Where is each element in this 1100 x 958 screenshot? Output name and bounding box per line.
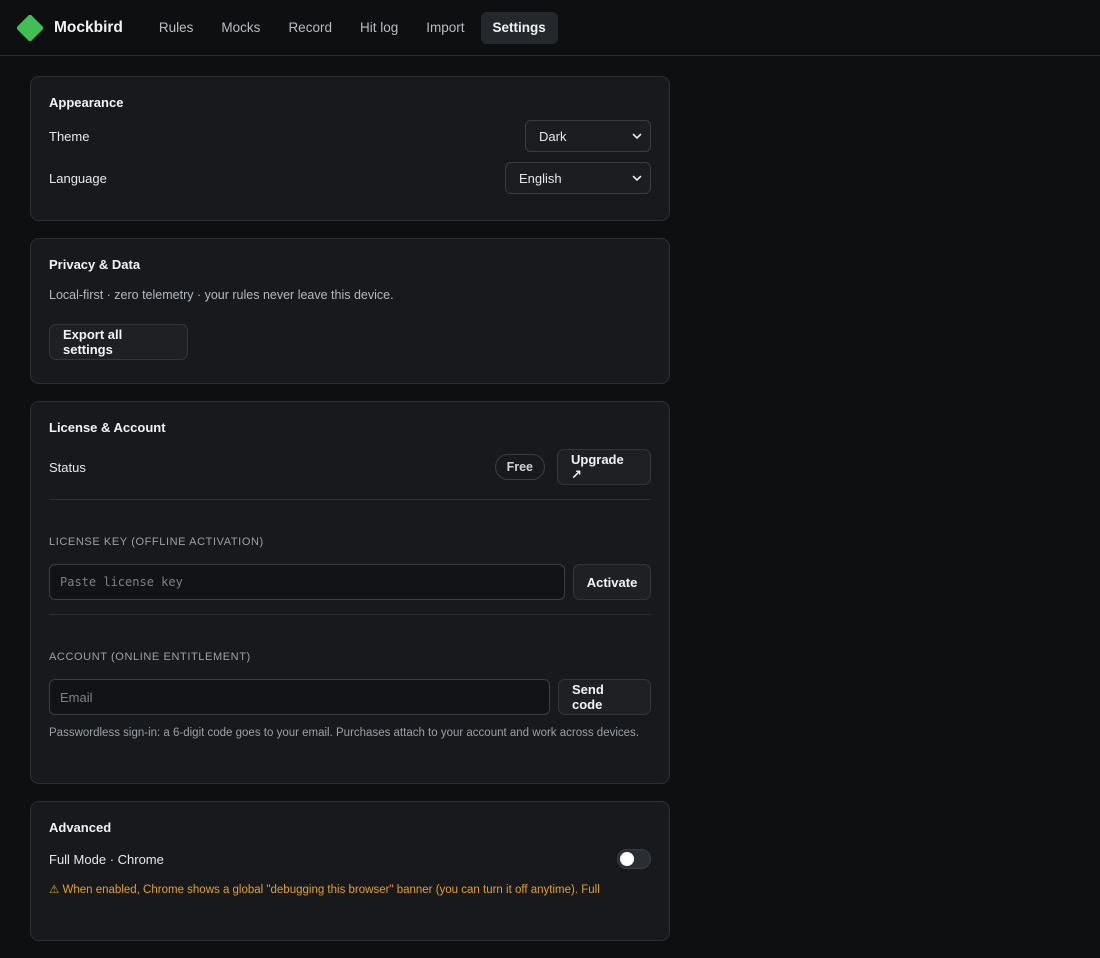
nav-tab-hit-log[interactable]: Hit log <box>348 12 410 44</box>
upgrade-button[interactable]: Upgrade ↗ <box>557 449 651 485</box>
nav-tab-mocks[interactable]: Mocks <box>209 12 272 44</box>
status-label: Status <box>49 459 86 475</box>
mockbird-logo-icon <box>17 14 43 41</box>
theme-label: Theme <box>49 128 90 144</box>
nav-tab-record[interactable]: Record <box>276 12 344 44</box>
privacy-description: Local-first · zero telemetry · your rule… <box>49 288 394 302</box>
license-key-section-label: LICENSE KEY (OFFLINE ACTIVATION) <box>49 536 264 548</box>
license-key-row: Activate <box>49 564 651 600</box>
status-badge: Free <box>494 454 545 480</box>
appearance-title: Appearance <box>49 95 124 110</box>
license-title: License & Account <box>49 420 166 435</box>
brand[interactable]: Mockbird <box>17 14 123 41</box>
email-row: Send code <box>49 679 651 715</box>
privacy-title: Privacy & Data <box>49 257 141 272</box>
settings-page: Appearance Theme Dark Language English P… <box>30 76 670 958</box>
privacy-card: Privacy & Data Local-first · zero teleme… <box>30 238 670 384</box>
toggle-knob <box>620 852 634 866</box>
main-nav: Rules Mocks Record Hit log Import Settin… <box>147 11 558 44</box>
activate-button[interactable]: Activate <box>573 564 651 600</box>
export-settings-button[interactable]: Export all settings <box>49 324 188 360</box>
language-row: Language English <box>49 162 651 194</box>
send-code-button[interactable]: Send code <box>558 679 651 715</box>
divider <box>49 499 651 500</box>
chevron-down-icon <box>632 133 642 140</box>
email-input[interactable] <box>49 679 550 715</box>
theme-select[interactable]: Dark <box>525 120 651 152</box>
nav-tab-import[interactable]: Import <box>414 12 476 44</box>
status-row: Status Free Upgrade ↗ <box>49 449 651 485</box>
license-key-input[interactable] <box>49 564 565 600</box>
chevron-down-icon <box>632 175 642 182</box>
top-bar: Mockbird Rules Mocks Record Hit log Impo… <box>0 0 1100 56</box>
app-name: Mockbird <box>54 18 123 36</box>
theme-select-value: Dark <box>539 128 567 144</box>
language-label: Language <box>49 170 107 186</box>
language-select-value: English <box>519 170 562 186</box>
account-help-text: Passwordless sign-in: a 6-digit code goe… <box>49 727 639 739</box>
full-mode-row: Full Mode · Chrome <box>49 849 651 869</box>
appearance-card: Appearance Theme Dark Language English <box>30 76 670 221</box>
theme-row: Theme Dark <box>49 120 651 152</box>
nav-tab-settings[interactable]: Settings <box>480 11 558 44</box>
advanced-card: Advanced Full Mode · Chrome ⚠ When enabl… <box>30 801 670 941</box>
full-mode-toggle[interactable] <box>617 849 651 869</box>
language-select[interactable]: English <box>505 162 651 194</box>
advanced-title: Advanced <box>49 820 112 835</box>
nav-tab-rules[interactable]: Rules <box>147 12 206 44</box>
account-section-label: ACCOUNT (ONLINE ENTITLEMENT) <box>49 651 251 663</box>
full-mode-label: Full Mode · Chrome <box>49 851 164 867</box>
divider <box>49 614 651 615</box>
license-card: License & Account Status Free Upgrade ↗ … <box>30 401 670 784</box>
full-mode-warning: ⚠ When enabled, Chrome shows a global "d… <box>49 884 600 896</box>
